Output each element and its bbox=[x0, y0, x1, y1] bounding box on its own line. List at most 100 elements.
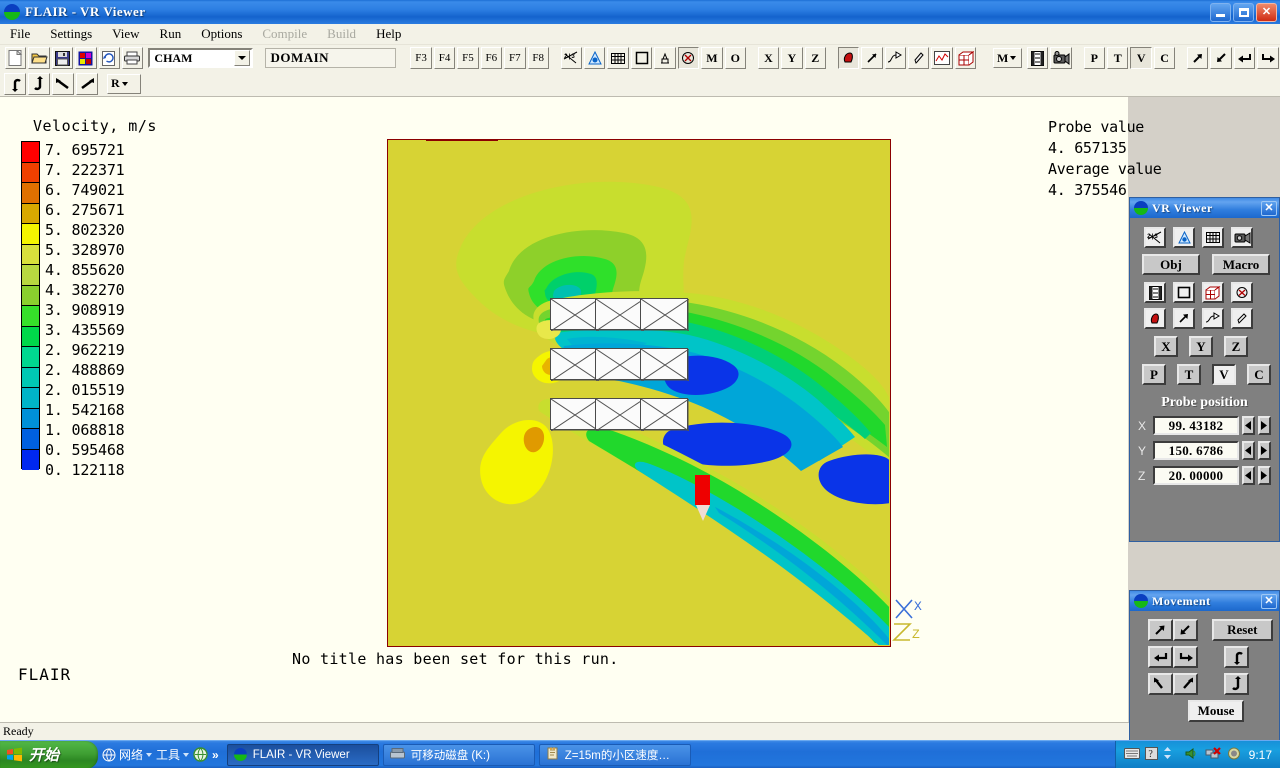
save-disk-icon[interactable] bbox=[52, 47, 73, 69]
menu-settings[interactable]: Settings bbox=[40, 25, 102, 43]
grid-mesh-icon[interactable]: 2|3 bbox=[1144, 227, 1166, 248]
volume-icon[interactable] bbox=[1184, 747, 1199, 763]
macro-button[interactable]: Macro bbox=[1212, 254, 1270, 275]
mesh-m-button[interactable]: M bbox=[701, 47, 722, 69]
resolution-combo[interactable]: R bbox=[107, 74, 141, 94]
vr-axis-y-button[interactable]: Y bbox=[1189, 336, 1213, 357]
quick-launch-more[interactable]: » bbox=[212, 748, 219, 762]
mode-t-button[interactable]: T bbox=[1107, 47, 1128, 69]
probe-icon[interactable] bbox=[678, 47, 699, 69]
vr-mode-p-button[interactable]: P bbox=[1142, 364, 1166, 385]
movement-panel[interactable]: Movement ✕ Reset bbox=[1129, 590, 1280, 742]
menu-options[interactable]: Options bbox=[191, 25, 252, 43]
probe-y-increment[interactable] bbox=[1258, 441, 1271, 460]
new-file-icon[interactable] bbox=[5, 47, 26, 69]
probe-x-increment[interactable] bbox=[1258, 416, 1271, 435]
fkey-f3-button[interactable]: F3 bbox=[410, 47, 431, 69]
obj-button[interactable]: Obj bbox=[1142, 254, 1200, 275]
quick-launch-browser-icon[interactable] bbox=[193, 747, 208, 762]
refresh-page-icon[interactable] bbox=[99, 47, 120, 69]
fkey-f7-button[interactable]: F7 bbox=[504, 47, 525, 69]
cube-icon[interactable] bbox=[1202, 282, 1224, 303]
probe-y-decrement[interactable] bbox=[1242, 441, 1255, 460]
object-red-icon[interactable] bbox=[838, 47, 859, 69]
movement-close-button[interactable]: ✕ bbox=[1261, 594, 1277, 609]
move-right-icon[interactable] bbox=[1173, 646, 1198, 668]
vector-grid-icon[interactable] bbox=[607, 47, 628, 69]
arrow-vector-icon[interactable] bbox=[1173, 308, 1195, 329]
chevron-down-icon[interactable] bbox=[234, 50, 250, 66]
fkey-f6-button[interactable]: F6 bbox=[481, 47, 502, 69]
vector-grid-icon[interactable] bbox=[1202, 227, 1224, 248]
axis-y-button[interactable]: Y bbox=[781, 47, 802, 69]
printer-icon[interactable] bbox=[122, 47, 143, 69]
vr-axis-x-button[interactable]: X bbox=[1154, 336, 1178, 357]
vr-mode-t-button[interactable]: T bbox=[1177, 364, 1201, 385]
contour-icon[interactable] bbox=[1173, 227, 1195, 248]
fkey-f4-button[interactable]: F4 bbox=[434, 47, 455, 69]
filmstrip-icon[interactable] bbox=[1027, 47, 1048, 69]
chevron-updown-icon[interactable] bbox=[1163, 746, 1172, 763]
iso-surface-icon[interactable] bbox=[1231, 282, 1253, 303]
mesh-select-combo[interactable]: M bbox=[993, 48, 1022, 68]
rotate-up-icon[interactable] bbox=[4, 73, 26, 95]
arrow-vector-icon[interactable] bbox=[861, 47, 882, 69]
palette-icon[interactable] bbox=[75, 47, 96, 69]
graph-icon[interactable] bbox=[931, 47, 952, 69]
streamline-icon[interactable] bbox=[885, 47, 906, 69]
arrow-up-right-icon[interactable] bbox=[1187, 47, 1208, 69]
move-up-icon[interactable] bbox=[1173, 673, 1198, 695]
contour-icon[interactable] bbox=[584, 47, 605, 69]
outline-square-icon[interactable] bbox=[631, 47, 652, 69]
probe-x-decrement[interactable] bbox=[1242, 416, 1255, 435]
vr-axis-z-button[interactable]: Z bbox=[1224, 336, 1248, 357]
streamline-icon[interactable] bbox=[1202, 308, 1224, 329]
keyboard-icon[interactable] bbox=[1124, 748, 1140, 762]
vr-viewer-close-button[interactable]: ✕ bbox=[1261, 201, 1277, 216]
open-folder-icon[interactable] bbox=[28, 47, 49, 69]
contour-plot[interactable] bbox=[387, 139, 891, 647]
rotate-cw-icon[interactable] bbox=[1224, 646, 1249, 668]
probe-marker[interactable] bbox=[695, 475, 710, 505]
vr-viewer-panel[interactable]: VR Viewer ✕ 2|3 Obj Macro bbox=[1129, 197, 1280, 542]
rotate-forward-icon[interactable] bbox=[76, 73, 98, 95]
probe-z-input[interactable]: 20. 00000 bbox=[1153, 466, 1239, 485]
taskbar-item-flair[interactable]: FLAIR - VR Viewer bbox=[227, 744, 379, 766]
camera-icon[interactable] bbox=[1050, 47, 1071, 69]
reset-button[interactable]: Reset bbox=[1212, 619, 1273, 641]
object-o-button[interactable]: O bbox=[725, 47, 746, 69]
rotate-back-icon[interactable] bbox=[52, 73, 74, 95]
grid-mesh-icon[interactable]: 2|3 bbox=[561, 47, 582, 69]
return-left-icon[interactable] bbox=[1234, 47, 1255, 69]
mode-c-button[interactable]: C bbox=[1154, 47, 1175, 69]
rotate-down-icon[interactable] bbox=[28, 73, 50, 95]
move-up-right-icon[interactable] bbox=[1148, 619, 1173, 641]
maximize-button[interactable] bbox=[1233, 3, 1254, 22]
minimize-button[interactable] bbox=[1210, 3, 1231, 22]
fkey-f8-button[interactable]: F8 bbox=[528, 47, 549, 69]
pen-icon[interactable] bbox=[908, 47, 929, 69]
axis-z-button[interactable]: Z bbox=[805, 47, 826, 69]
probe-z-increment[interactable] bbox=[1258, 466, 1271, 485]
probe-y-input[interactable]: 150. 6786 bbox=[1153, 441, 1239, 460]
pen-icon[interactable] bbox=[1231, 308, 1253, 329]
vr-mode-v-button[interactable]: V bbox=[1212, 364, 1236, 385]
taskbar-item-disk[interactable]: 可移动磁盘 (K:) bbox=[383, 744, 535, 766]
case-select-combo[interactable]: CHAM bbox=[148, 48, 253, 68]
filmstrip-icon[interactable] bbox=[1144, 282, 1166, 303]
outline-square-icon[interactable] bbox=[1173, 282, 1195, 303]
cube-icon[interactable] bbox=[955, 47, 976, 69]
arrow-down-left-icon[interactable] bbox=[1210, 47, 1231, 69]
extrude-icon[interactable] bbox=[654, 47, 675, 69]
mouse-button[interactable]: Mouse bbox=[1188, 700, 1244, 722]
help-icon[interactable]: ? bbox=[1145, 747, 1158, 763]
mode-p-button[interactable]: P bbox=[1084, 47, 1105, 69]
clock[interactable]: 9:17 bbox=[1249, 748, 1272, 762]
fkey-f5-button[interactable]: F5 bbox=[457, 47, 478, 69]
menu-run[interactable]: Run bbox=[150, 25, 192, 43]
probe-x-input[interactable]: 99. 43182 bbox=[1153, 416, 1239, 435]
return-right-icon[interactable] bbox=[1257, 47, 1278, 69]
taskbar-item-document[interactable]: Z=15m的小区速度… bbox=[539, 744, 691, 766]
move-left-icon[interactable] bbox=[1148, 646, 1173, 668]
menu-view[interactable]: View bbox=[102, 25, 149, 43]
